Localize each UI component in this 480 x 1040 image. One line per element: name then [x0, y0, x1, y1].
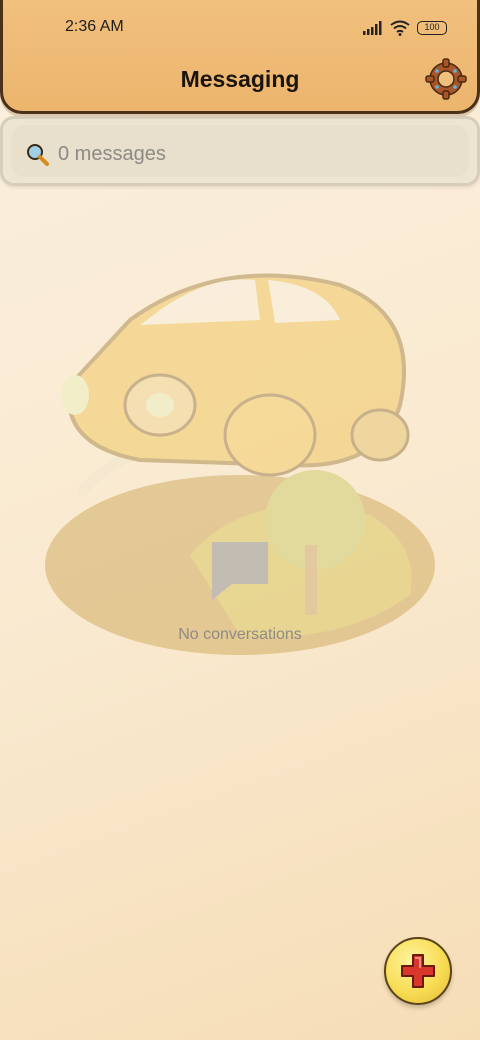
search-icon: [27, 144, 49, 166]
battery-icon: 100: [417, 21, 447, 35]
signal-icon: [363, 21, 382, 35]
search-input[interactable]: 0 messages: [58, 143, 166, 166]
plus-icon: [401, 954, 435, 988]
app-header: 2:36 AM 100 Messaging: [0, 0, 480, 114]
wifi-icon: [390, 20, 410, 36]
new-message-button[interactable]: [384, 937, 452, 1005]
page-title: Messaging: [180, 66, 300, 92]
search-bar[interactable]: 0 messages: [0, 116, 480, 186]
empty-state-text: No conversations: [178, 626, 302, 643]
status-time: 2:36 AM: [65, 18, 124, 35]
chat-bubble-icon: [212, 542, 268, 600]
gear-icon[interactable]: [425, 58, 467, 100]
status-icons: 100: [363, 18, 447, 38]
